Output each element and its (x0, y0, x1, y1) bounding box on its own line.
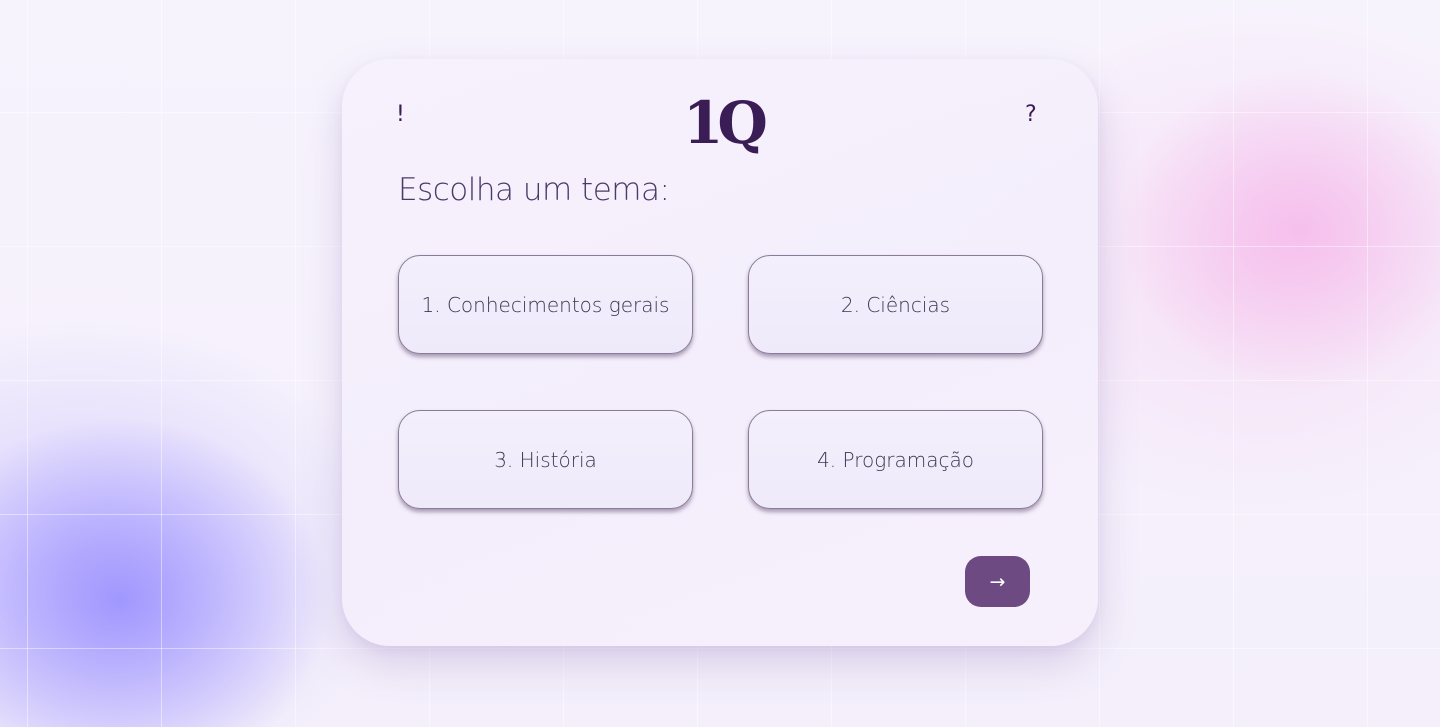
topic-button-programming[interactable]: 4. Programação (748, 410, 1043, 509)
topic-button-history[interactable]: 3. História (398, 410, 693, 509)
topic-button-sciences[interactable]: 2. Ciências (748, 255, 1043, 354)
help-icon[interactable]: ? (1025, 102, 1037, 127)
next-button[interactable]: → (965, 556, 1030, 607)
page-title: Escolha um tema: (398, 172, 670, 208)
arrow-right-icon: → (989, 570, 1006, 593)
topic-label: 3. História (494, 447, 597, 472)
topic-button-general-knowledge[interactable]: 1. Conhecimentos gerais (398, 255, 693, 354)
topic-label: 4. Programação (817, 447, 974, 472)
info-icon[interactable]: ! (396, 102, 405, 127)
logo: 1Q (683, 89, 768, 157)
topic-label: 2. Ciências (840, 292, 951, 317)
topic-label: 1. Conhecimentos gerais (421, 292, 670, 317)
